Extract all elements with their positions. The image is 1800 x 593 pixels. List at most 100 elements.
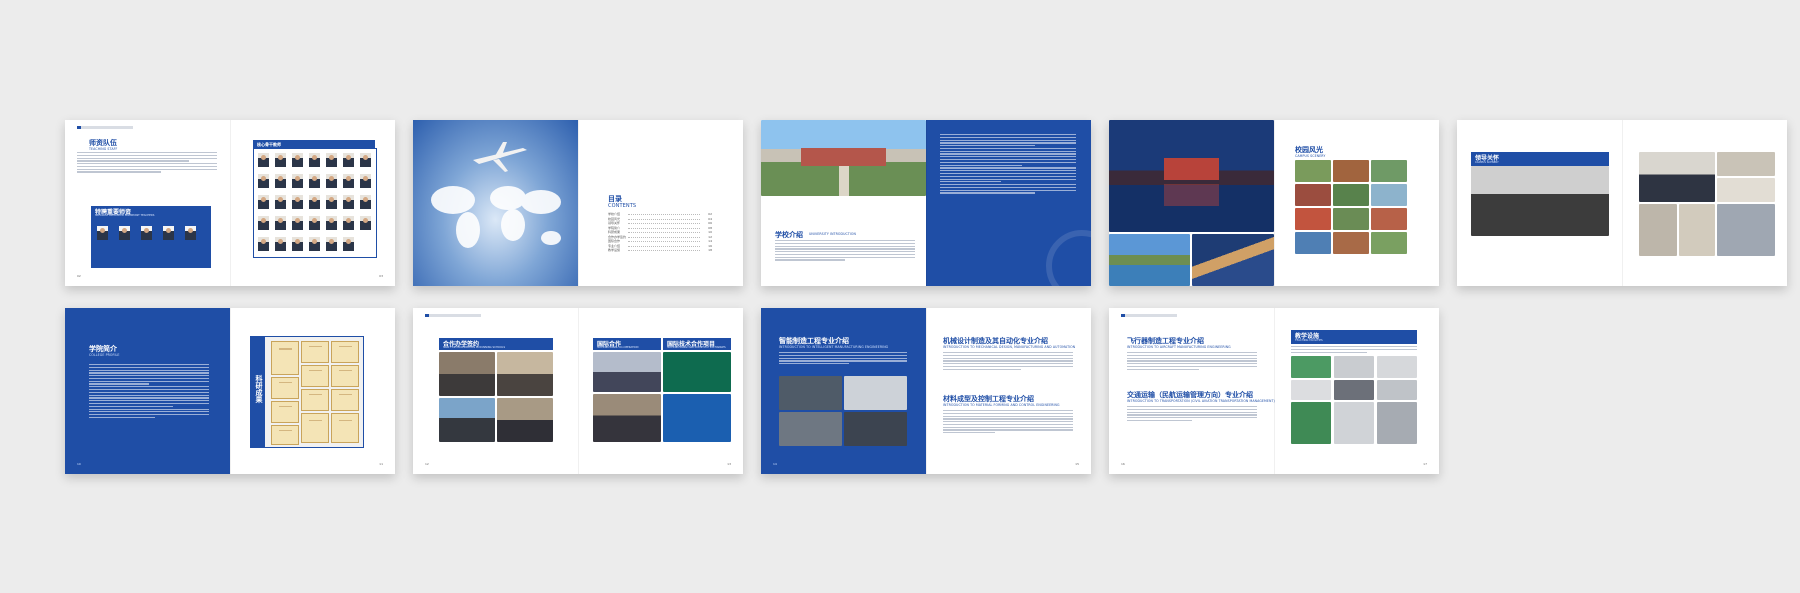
signing-photo: [497, 398, 553, 442]
portrait: [275, 216, 286, 230]
certificate: [331, 365, 359, 387]
leaders-photo: [1639, 204, 1677, 256]
intl-photo: [593, 394, 661, 442]
portrait: [343, 237, 354, 251]
portrait: [258, 195, 269, 209]
contents-item[interactable]: 校园风光 04: [608, 217, 712, 221]
spread-campus[interactable]: 校园风光 CAMPUS SCENERY: [1109, 120, 1439, 286]
intl-photo: [593, 352, 661, 392]
spread-school-intro[interactable]: 学校介绍 UNIVERSITY INTRODUCTION: [761, 120, 1091, 286]
research-title: 科研成果: [255, 375, 263, 403]
contents-item-label: 专业介绍: [608, 243, 621, 248]
section-subtitle: INTRODUCTION TO MATERIAL FORMING AND CON…: [943, 403, 1060, 407]
portrait: [275, 237, 286, 251]
page-number: 02: [77, 274, 81, 278]
spread-cooperation[interactable]: 合作办学签约 SIGN FOR COOPERATION IN RUNNING S…: [413, 308, 743, 474]
spread-teachers[interactable]: 师资队伍 TEACHING STAFF 特聘重要师资 SPECIALLY APP…: [65, 120, 395, 286]
contents-item-label: 学校介绍: [608, 212, 621, 216]
section-bar-subtitle: CAMPUS SCENERY: [1475, 161, 1499, 164]
road-shape: [839, 166, 849, 196]
portrait: [343, 195, 354, 209]
spread-majors-1[interactable]: 智能制造工程专业介绍 INTRODUCTION TO INTELLIGENT M…: [761, 308, 1091, 474]
certificate: [301, 389, 329, 411]
leaders-photo: [1679, 204, 1715, 256]
stadium-image: [1192, 234, 1274, 286]
contents-item-label: 合作办学签约: [608, 234, 627, 239]
section-bar-subtitle: INTERNATIONAL CO-OPERATION: [597, 346, 639, 349]
page-title: 学校介绍: [775, 231, 803, 239]
portrait: [185, 226, 196, 240]
contents-item-label: 校园风光: [608, 216, 621, 221]
body-text: [77, 152, 217, 174]
facility-photo: [1377, 402, 1417, 444]
reflection-shape: [1164, 184, 1219, 206]
body-text: [779, 352, 907, 366]
page-number: 16: [1121, 462, 1125, 466]
body-text: [89, 364, 209, 420]
contents-item-page: 14: [708, 239, 712, 243]
portrait: [163, 226, 174, 240]
spread-leaders[interactable]: 领导关怀 CAMPUS SCENERY: [1457, 120, 1787, 286]
watermark-seal-icon: [1046, 230, 1091, 286]
portrait: [309, 174, 320, 188]
body-text: [940, 134, 1076, 195]
certificate: [301, 413, 329, 443]
portrait: [343, 174, 354, 188]
facility-photo: [1334, 380, 1374, 400]
contents-item[interactable]: 教学设施 18: [608, 248, 712, 252]
page-subtitle: COLLEGE PROFILE: [89, 353, 120, 357]
facility-photo: [1291, 380, 1331, 400]
campus-photo: [1333, 184, 1369, 206]
contents-item[interactable]: 领导关怀 06: [608, 221, 712, 225]
certificate: [331, 389, 359, 411]
body-text: [775, 240, 915, 262]
research-side-bar: 科研成果: [251, 337, 265, 447]
portrait: [309, 237, 320, 251]
portrait: [258, 216, 269, 230]
portrait: [97, 226, 108, 240]
section-bar-title: 核心骨干教师: [257, 141, 281, 147]
contents-item[interactable]: 专业介绍 16: [608, 244, 712, 248]
section-bar: 特聘重要师资 SPECIALLY APPOINTED IMPORTANT TEA…: [91, 206, 211, 218]
portrait: [141, 226, 152, 240]
leaders-photo: [1717, 152, 1775, 176]
contents-item-page: 02: [708, 212, 712, 216]
intl-network-photo: [663, 394, 731, 442]
signing-photo: [439, 352, 495, 396]
spread-contents[interactable]: 目录 CONTENTS 学校介绍 02 校园风光 04 领导关怀 06 学院简介 08 …: [413, 120, 743, 286]
spread-college[interactable]: 学院简介 COLLEGE PROFILE 科研成果 10 11: [65, 308, 395, 474]
portrait: [292, 153, 303, 167]
campus-photo: [1371, 160, 1407, 182]
contents-item[interactable]: 国际合作 14: [608, 239, 712, 243]
page-number: 12: [425, 462, 429, 466]
portrait: [258, 153, 269, 167]
spread-majors-2[interactable]: 飞行器制造工程专业介绍 INTRODUCTION TO AIRCRAFT MAN…: [1109, 308, 1439, 474]
intro-blue-page: [926, 120, 1091, 286]
portrait: [275, 174, 286, 188]
page-number: 14: [773, 462, 777, 466]
contents-subtitle: CONTENTS: [608, 203, 637, 209]
lab-photo: [844, 376, 907, 410]
section-bar: 国际合作 INTERNATIONAL CO-OPERATION: [593, 338, 661, 350]
header-mark: [77, 126, 133, 129]
portrait: [292, 174, 303, 188]
certificate: [271, 341, 299, 375]
contents-item[interactable]: 学院简介 08: [608, 226, 712, 230]
sky-world-map-image: [413, 120, 578, 286]
contents-item-page: 18: [708, 248, 712, 252]
section-bar: 领导关怀 CAMPUS SCENERY: [1471, 152, 1609, 166]
contents-item[interactable]: 学校介绍 02: [608, 212, 712, 216]
portrait: [326, 195, 337, 209]
contents-item[interactable]: 科研成果 10: [608, 230, 712, 234]
campus-photo: [1295, 232, 1331, 254]
portrait: [258, 237, 269, 251]
contents-item-page: 04: [708, 216, 712, 221]
contents-item-page: 10: [708, 230, 712, 234]
page-number: 03: [379, 274, 383, 278]
header-mark: [425, 314, 481, 317]
leaders-photo: [1717, 204, 1775, 256]
portrait: [309, 216, 320, 230]
body-text: [943, 410, 1073, 435]
contents-item[interactable]: 合作办学签约 12: [608, 235, 712, 239]
certificate: [301, 341, 329, 363]
